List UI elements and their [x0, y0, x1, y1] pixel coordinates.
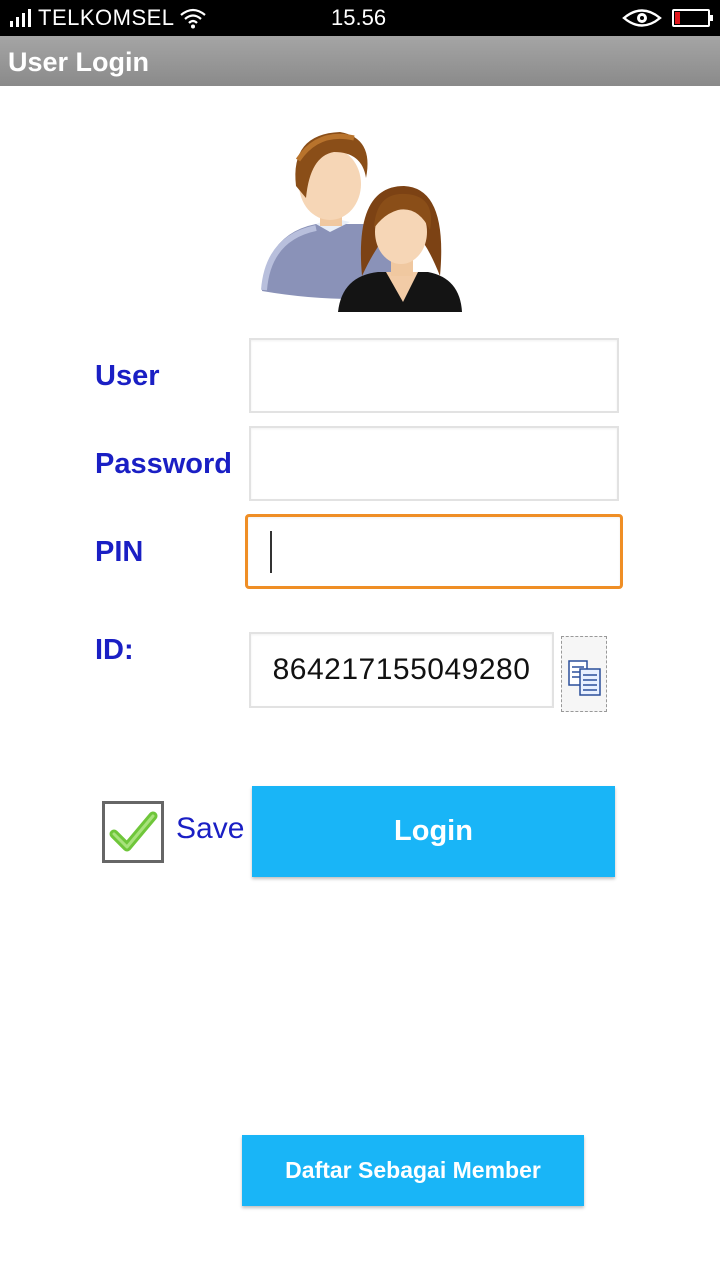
carrier-name: TELKOMSEL	[38, 5, 175, 30]
save-checkbox[interactable]	[102, 801, 164, 863]
device-id-value: 864217155049280	[272, 653, 531, 686]
app-bar: User Login	[0, 36, 720, 86]
pin-input[interactable]	[245, 514, 623, 589]
login-button[interactable]: Login	[252, 786, 615, 877]
pin-label: PIN	[95, 536, 144, 568]
status-left: TELKOMSEL	[10, 0, 207, 36]
user-label: User	[95, 360, 160, 392]
id-label: ID:	[95, 634, 134, 666]
user-input[interactable]	[249, 338, 619, 413]
users-avatar-icon	[261, 132, 462, 312]
page-title: User Login	[8, 47, 150, 77]
eye-icon	[622, 9, 662, 27]
copy-icon	[568, 660, 601, 696]
wifi-icon	[179, 8, 206, 29]
device-id-field: 864217155049280	[249, 632, 554, 708]
battery-icon	[672, 9, 713, 27]
copy-id-button[interactable]	[561, 636, 607, 712]
save-label[interactable]: Save	[176, 812, 244, 846]
text-caret	[270, 531, 272, 573]
checkmark-icon	[109, 811, 158, 852]
password-input[interactable]	[249, 426, 619, 501]
signal-icon	[10, 9, 34, 27]
status-bar: TELKOMSEL 15.56	[0, 0, 720, 36]
password-label: Password	[95, 448, 232, 480]
status-time: 15.56	[331, 5, 387, 30]
status-right	[622, 0, 713, 36]
register-member-button[interactable]: Daftar Sebagai Member	[242, 1135, 584, 1206]
